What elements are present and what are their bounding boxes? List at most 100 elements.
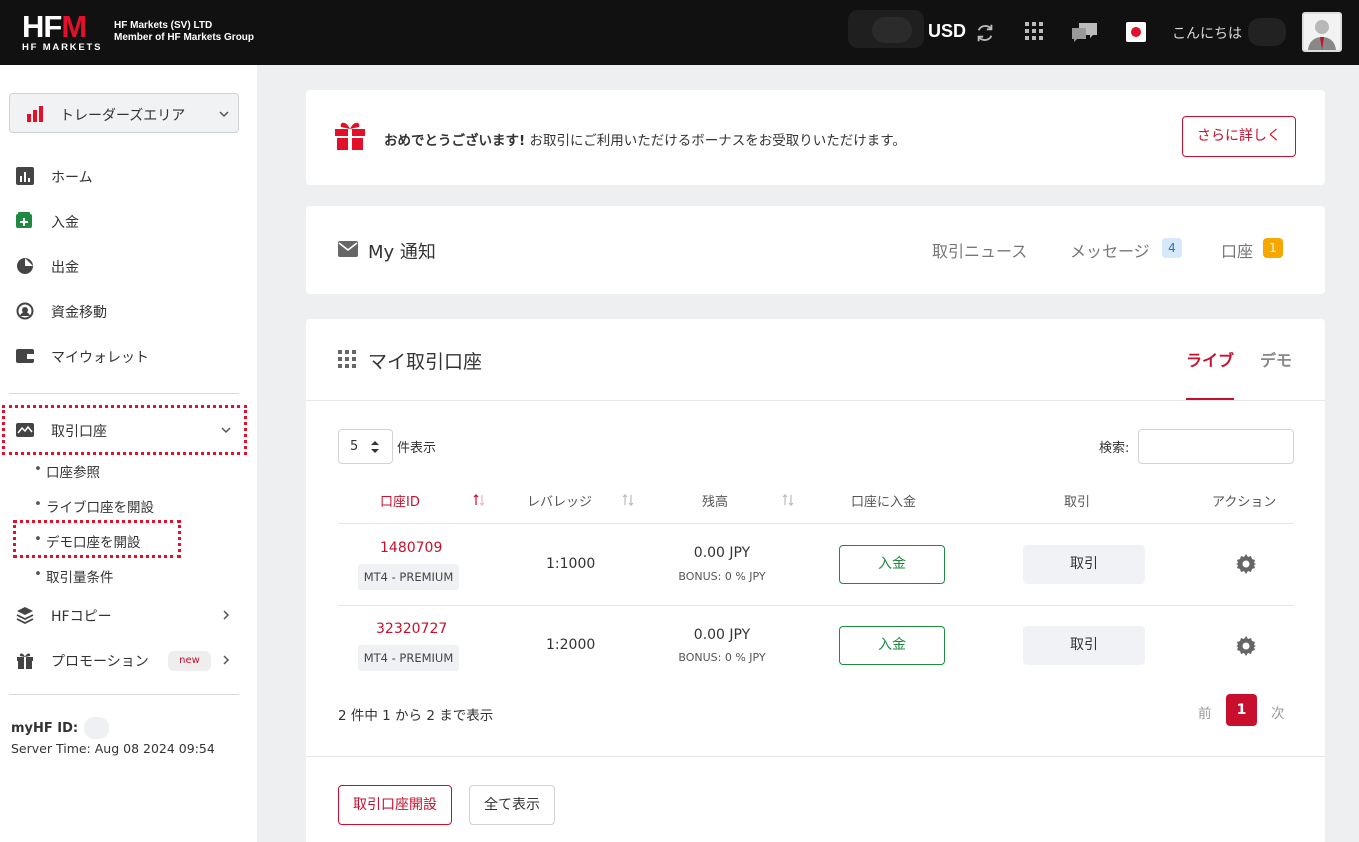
account-id-link[interactable]: 32320727 <box>376 621 447 637</box>
company-name: HF Markets (SV) LTD <box>114 20 213 31</box>
sidebar-subitem-open-demo[interactable]: デモ口座を開設 <box>34 531 141 551</box>
show-all-button[interactable]: 全て表示 <box>469 785 555 825</box>
apps-grid-icon[interactable] <box>1025 22 1043 40</box>
deposit-button[interactable]: 入金 <box>839 626 945 665</box>
wallet-icon <box>16 349 34 363</box>
company-info: HF Markets (SV) LTD Member of HF Markets… <box>114 20 254 44</box>
sidebar-item-label: 入金 <box>51 215 79 231</box>
sidebar-divider <box>9 393 239 394</box>
sidebar-subitem-label: ライブ口座を開設 <box>46 500 154 516</box>
page-length-value: 5 <box>350 439 359 454</box>
chart-line-icon <box>16 423 34 437</box>
refresh-icon[interactable] <box>974 22 996 44</box>
sidebar-item-label: マイウォレット <box>51 350 149 366</box>
page-length-label: 件表示 <box>397 441 437 456</box>
sidebar-item-wallet[interactable]: マイウォレット <box>0 341 257 371</box>
column-header-trade: 取引 <box>1064 495 1091 510</box>
column-header-leverage[interactable]: レバレッジ <box>527 491 592 510</box>
signal-bars-icon <box>27 106 43 122</box>
sort-icon[interactable] <box>622 494 634 506</box>
sidebar-item-label: 出金 <box>51 260 79 276</box>
balance-value: 0.00 JPY <box>693 545 751 561</box>
accounts-title: マイ取引口座 <box>368 351 483 373</box>
trading-accounts-card: マイ取引口座 ライブ デモ 5 件表示 検索: 口座ID レバレッジ 残高 口座… <box>306 319 1325 842</box>
user-avatar-icon <box>1308 20 1336 50</box>
page-length-select[interactable]: 5 <box>338 429 393 464</box>
notifications-title: My 通知 <box>368 242 436 263</box>
sidebar-subitem-open-live[interactable]: ライブ口座を開設 <box>34 496 154 516</box>
avatar[interactable] <box>1302 12 1342 52</box>
tab-live[interactable]: ライブ <box>1186 347 1234 371</box>
tab-demo[interactable]: デモ <box>1260 347 1292 371</box>
chevron-right-icon <box>223 610 230 620</box>
bonus-value: BONUS: 0 % JPY <box>678 570 766 583</box>
trade-button[interactable]: 取引 <box>1023 626 1145 665</box>
table-info: 2 件中 1 から 2 まで表示 <box>338 708 494 724</box>
search-input[interactable] <box>1138 429 1294 464</box>
open-trading-account-button[interactable]: 取引口座開設 <box>338 785 452 825</box>
sidebar-subitem-view-accounts[interactable]: 口座参照 <box>34 461 100 481</box>
server-time: Server Time: Aug 08 2024 09:54 <box>11 741 215 756</box>
deposit-icon <box>16 212 32 228</box>
pagination-prev[interactable]: 前 <box>1198 702 1212 722</box>
trade-button[interactable]: 取引 <box>1023 545 1145 584</box>
leverage-value: 1:1000 <box>546 556 596 572</box>
card-divider <box>306 756 1325 757</box>
card-divider <box>306 400 1325 401</box>
sidebar-item-deposit[interactable]: 入金 <box>0 206 257 236</box>
sidebar-item-label: ホーム <box>51 170 93 186</box>
company-group: Member of HF Markets Group <box>114 32 255 43</box>
tab-accounts[interactable]: 口座 <box>1221 238 1253 262</box>
grid-icon <box>338 350 356 368</box>
sidebar-item-transfer[interactable]: 資金移動 <box>0 296 257 326</box>
logo-text: HF <box>22 9 62 44</box>
area-select-label: トレーダーズエリア <box>60 108 186 124</box>
learn-more-button[interactable]: さらに詳しく <box>1182 116 1296 157</box>
myhf-id-redacted <box>84 717 109 739</box>
sidebar-subitem-label: 取引量条件 <box>46 570 114 586</box>
layers-icon <box>16 607 34 624</box>
transfer-icon <box>16 302 34 320</box>
sidebar-item-withdraw[interactable]: 出金 <box>0 251 257 281</box>
area-select[interactable]: トレーダーズエリア <box>9 93 239 133</box>
pagination-page-1[interactable]: 1 <box>1226 694 1257 726</box>
sidebar-subitem-volume[interactable]: 取引量条件 <box>34 566 114 586</box>
deposit-button[interactable]: 入金 <box>839 545 945 584</box>
accounts-count-badge: 1 <box>1263 238 1283 258</box>
row-divider <box>338 605 1294 606</box>
chat-icon[interactable] <box>1071 21 1099 43</box>
gear-icon[interactable] <box>1236 636 1256 656</box>
sidebar-item-home[interactable]: ホーム <box>0 161 257 191</box>
sidebar-item-promotions[interactable]: プロモーション new <box>0 645 257 675</box>
sidebar-item-hf-copy[interactable]: HFコピー <box>0 600 257 630</box>
column-header-account-id[interactable]: 口座ID <box>380 491 420 510</box>
balance-value: 0.00 JPY <box>693 627 751 643</box>
bonus-banner: おめでとうございます! お取引にご利用いただけるボーナスをお受取りいただけます。… <box>306 90 1325 185</box>
sidebar-item-label: HFコピー <box>51 609 112 625</box>
sidebar-item-label: プロモーション <box>51 654 149 670</box>
sort-asc-icon[interactable] <box>473 494 485 506</box>
gear-icon[interactable] <box>1236 554 1256 574</box>
pagination-next[interactable]: 次 <box>1271 702 1285 722</box>
tab-messages[interactable]: メッセージ <box>1070 238 1150 262</box>
currency-label[interactable]: USD <box>928 21 966 42</box>
column-header-action: アクション <box>1212 495 1277 510</box>
withdraw-icon <box>17 258 33 274</box>
username-redacted <box>1248 18 1286 46</box>
account-type-badge: MT4 - PREMIUM <box>358 564 459 590</box>
bonus-message: おめでとうございます! お取引にご利用いただけるボーナスをお受取りいただけます。 <box>384 129 906 149</box>
column-header-balance[interactable]: 残高 <box>702 491 728 510</box>
hfm-logo[interactable]: HFM HF MARKETS <box>22 9 106 53</box>
sidebar-subitem-label: 口座参照 <box>46 465 100 481</box>
sort-icon[interactable] <box>782 494 794 506</box>
gift-icon <box>17 653 33 669</box>
sidebar-item-trading-accounts[interactable]: 取引口座 <box>0 415 257 445</box>
account-id-link[interactable]: 1480709 <box>380 540 442 556</box>
japan-flag-icon[interactable] <box>1126 22 1146 42</box>
mail-icon <box>338 241 358 257</box>
bonus-message-text: お取引にご利用いただけるボーナスをお受取りいただけます。 <box>525 133 906 149</box>
leverage-value: 1:2000 <box>546 637 596 653</box>
greeting-text: こんにちは <box>1172 26 1242 42</box>
chevron-down-icon <box>219 111 229 118</box>
tab-trading-news[interactable]: 取引ニュース <box>932 238 1027 262</box>
